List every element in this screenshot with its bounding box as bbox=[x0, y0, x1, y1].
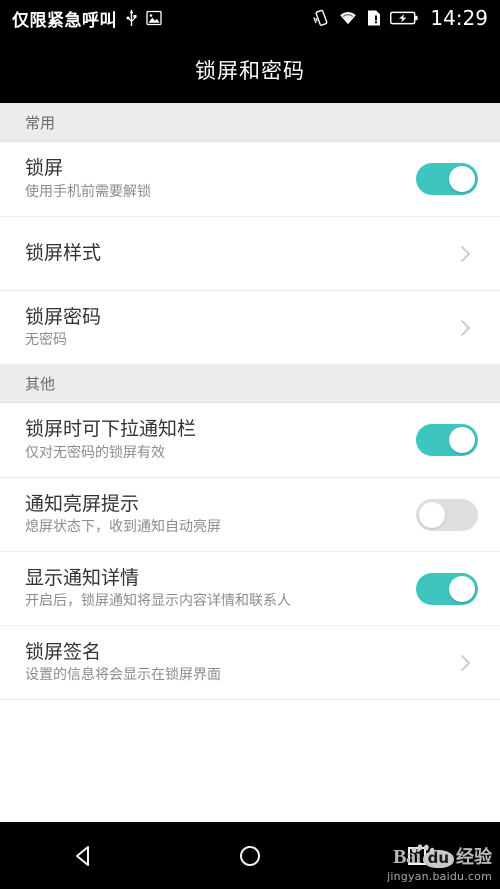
toggle-knob bbox=[419, 501, 445, 528]
row-text: 锁屏 使用手机前需要解锁 bbox=[25, 157, 151, 200]
setting-row-notification-details[interactable]: 显示通知详情 开启后，锁屏通知将显示内容详情和联系人 bbox=[0, 551, 500, 625]
clock-label: 14:29 bbox=[430, 6, 488, 30]
chevron-right-icon bbox=[458, 242, 474, 266]
row-subtitle: 仅对无密码的锁屏有效 bbox=[25, 444, 165, 461]
toggle-pulldown-notification[interactable] bbox=[416, 424, 478, 456]
section-header-other: 其他 bbox=[0, 364, 500, 403]
row-text: 锁屏样式 bbox=[25, 241, 102, 265]
title-bar: 锁屏和密码 bbox=[0, 36, 500, 103]
row-subtitle: 无密码 bbox=[25, 332, 67, 349]
setting-row-lockscreen-password[interactable]: 锁屏密码 无密码 bbox=[0, 290, 500, 364]
usb-icon bbox=[126, 9, 137, 27]
chevron-right-icon bbox=[458, 316, 474, 340]
setting-row-lockscreen-signature[interactable]: 锁屏签名 设置的信息将会显示在锁屏界面 bbox=[0, 625, 500, 699]
status-bar: 仅限紧急呼叫 14:29 bbox=[0, 0, 500, 36]
row-title: 锁屏时可下拉通知栏 bbox=[25, 418, 197, 441]
row-text: 显示通知详情 开启后，锁屏通知将显示内容详情和联系人 bbox=[25, 566, 291, 610]
row-title: 锁屏 bbox=[25, 157, 64, 180]
row-text: 锁屏密码 无密码 bbox=[25, 305, 102, 349]
nav-back-button[interactable] bbox=[0, 842, 167, 870]
row-text: 锁屏时可下拉通知栏 仅对无密码的锁屏有效 bbox=[25, 418, 197, 461]
status-bar-left: 仅限紧急呼叫 bbox=[12, 6, 162, 31]
vibrate-icon bbox=[313, 9, 329, 27]
nav-home-button[interactable] bbox=[167, 842, 334, 870]
row-title: 锁屏样式 bbox=[25, 241, 102, 264]
sim-card-alert-icon bbox=[367, 9, 381, 27]
row-text: 锁屏签名 设置的信息将会显示在锁屏界面 bbox=[25, 640, 221, 684]
back-icon bbox=[69, 842, 97, 870]
wifi-icon bbox=[338, 10, 358, 26]
chevron-right-icon bbox=[458, 651, 474, 675]
row-subtitle: 设置的信息将会显示在锁屏界面 bbox=[25, 667, 221, 684]
recents-icon bbox=[403, 842, 431, 870]
setting-row-pulldown-notification[interactable]: 锁屏时可下拉通知栏 仅对无密码的锁屏有效 bbox=[0, 403, 500, 477]
row-subtitle: 熄屏状态下，收到通知自动亮屏 bbox=[25, 519, 221, 536]
section-header-common: 常用 bbox=[0, 103, 500, 142]
toggle-lockscreen[interactable] bbox=[416, 163, 478, 195]
nav-recents-button[interactable] bbox=[333, 842, 500, 870]
settings-list: 常用 锁屏 使用手机前需要解锁 锁屏样式 锁屏密码 无密码 其他 锁屏时可下拉通… bbox=[0, 103, 500, 822]
row-title: 锁屏签名 bbox=[25, 640, 102, 663]
phone-screen: 仅限紧急呼叫 14:29 锁屏和密码 常用 锁屏 使用手机前需要解锁 锁屏样式 … bbox=[0, 0, 500, 889]
row-subtitle: 使用手机前需要解锁 bbox=[25, 183, 151, 200]
carrier-label: 仅限紧急呼叫 bbox=[12, 10, 117, 31]
page-title: 锁屏和密码 bbox=[195, 58, 305, 83]
list-bottom-divider bbox=[0, 699, 500, 700]
toggle-notification-details[interactable] bbox=[416, 572, 478, 605]
row-text: 通知亮屏提示 熄屏状态下，收到通知自动亮屏 bbox=[25, 492, 221, 536]
row-title: 显示通知详情 bbox=[25, 566, 140, 589]
row-title: 锁屏密码 bbox=[25, 305, 102, 328]
navigation-bar bbox=[0, 822, 500, 889]
setting-row-notification-wakeup[interactable]: 通知亮屏提示 熄屏状态下，收到通知自动亮屏 bbox=[0, 477, 500, 551]
toggle-knob bbox=[449, 427, 475, 453]
toggle-notification-wakeup[interactable] bbox=[416, 498, 478, 531]
row-subtitle: 开启后，锁屏通知将显示内容详情和联系人 bbox=[25, 593, 291, 610]
image-icon bbox=[146, 10, 162, 26]
toggle-knob bbox=[449, 575, 475, 602]
home-icon bbox=[236, 842, 264, 870]
section-label: 其他 bbox=[25, 374, 56, 393]
setting-row-lockscreen-style[interactable]: 锁屏样式 bbox=[0, 216, 500, 290]
section-label: 常用 bbox=[25, 113, 56, 132]
battery-charging-icon bbox=[390, 10, 418, 26]
row-title: 通知亮屏提示 bbox=[25, 492, 140, 515]
setting-row-lockscreen[interactable]: 锁屏 使用手机前需要解锁 bbox=[0, 142, 500, 216]
status-bar-right: 14:29 bbox=[313, 6, 488, 30]
toggle-knob bbox=[449, 166, 475, 192]
